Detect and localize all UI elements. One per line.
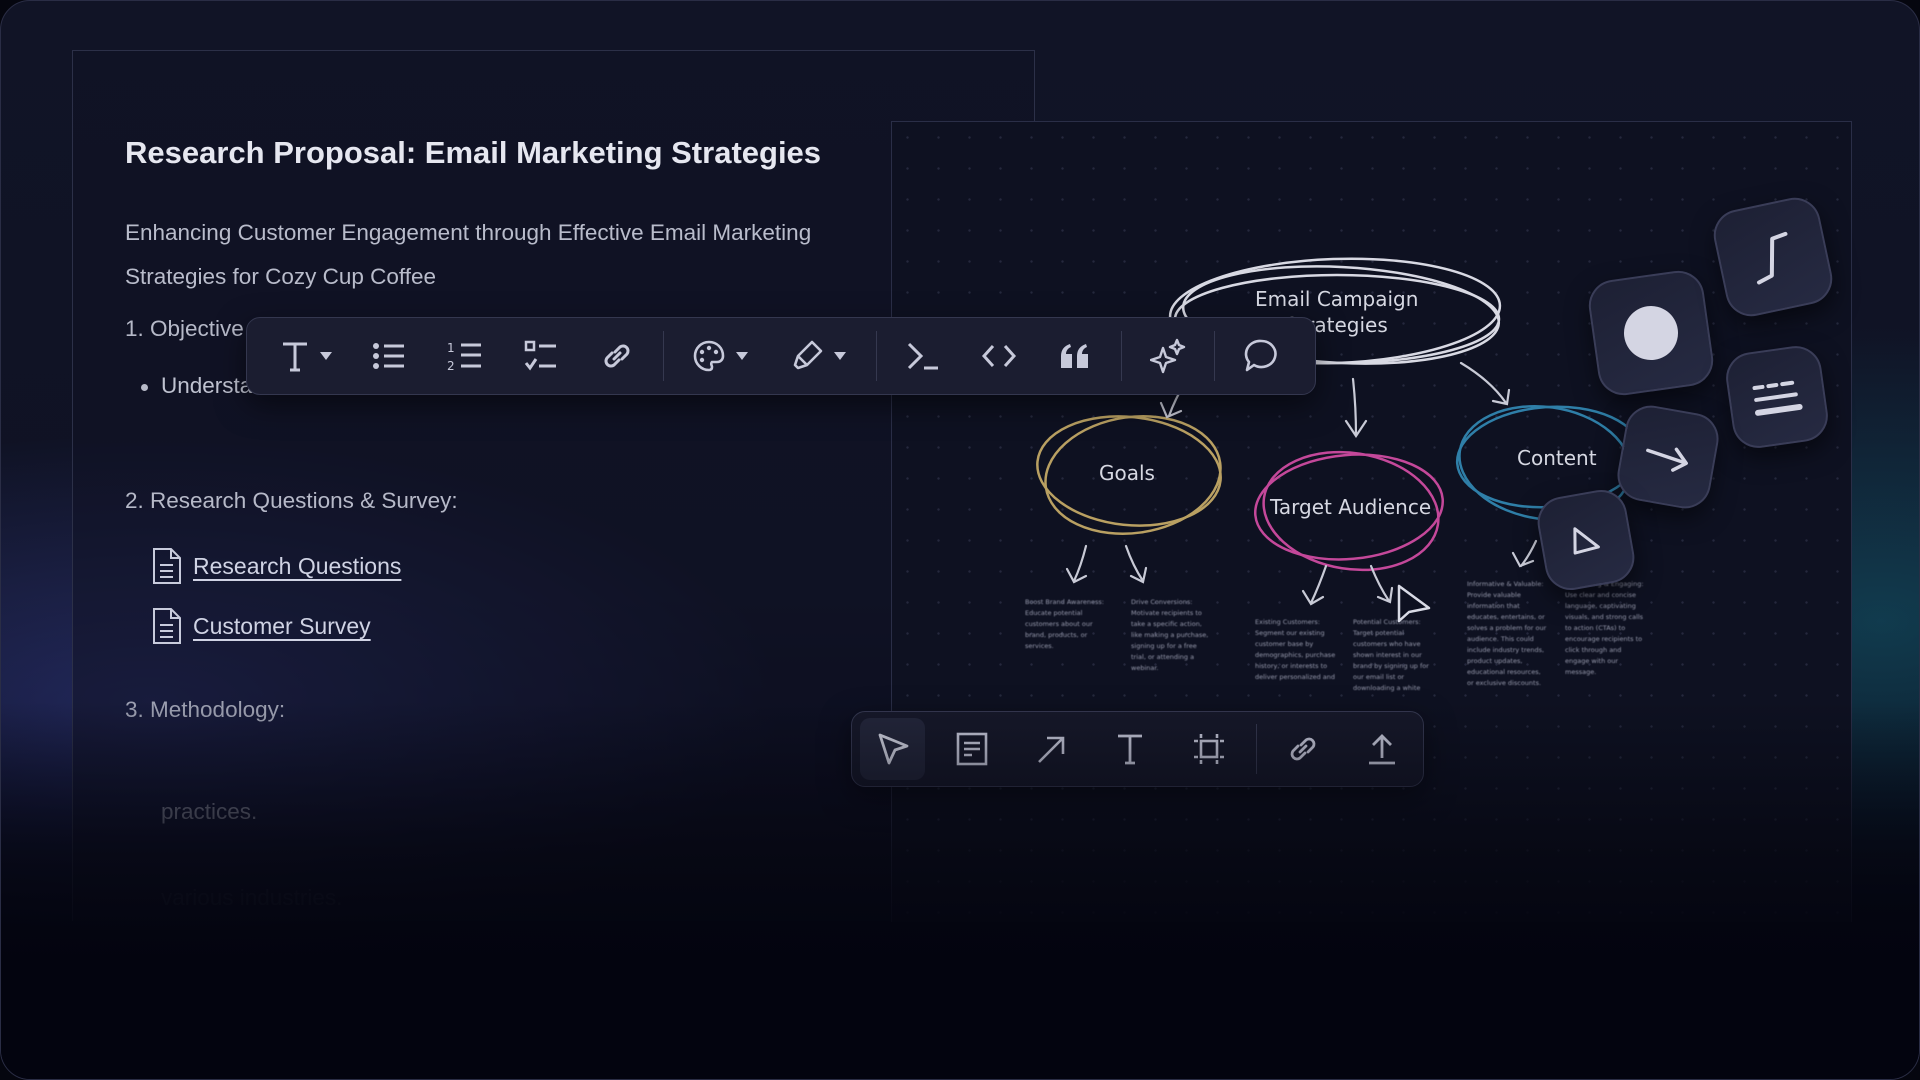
text-icon <box>1117 734 1142 765</box>
svg-text:2: 2 <box>447 359 455 372</box>
link-icon <box>604 344 630 368</box>
mouse-pointer-icon <box>1397 584 1431 623</box>
elbow-connector-icon <box>1756 231 1788 285</box>
toolbar-divider <box>1255 724 1257 774</box>
checklist-icon <box>524 340 556 371</box>
frame-icon <box>1194 734 1225 764</box>
node-label-goals[interactable]: Goals <box>1099 461 1155 485</box>
code-icon <box>981 344 1017 368</box>
palette-icon <box>693 340 725 372</box>
text-tool-button[interactable] <box>1097 718 1162 780</box>
link-button[interactable] <box>579 328 655 384</box>
quote-button[interactable] <box>1037 328 1113 384</box>
text-icon <box>283 342 307 372</box>
bulleted-list-icon <box>373 343 404 369</box>
tool-circle[interactable] <box>1585 267 1717 399</box>
highlight-button[interactable] <box>768 328 868 384</box>
toolbar-divider <box>876 331 877 381</box>
terminal-icon <box>907 342 938 370</box>
mind-map <box>1036 257 1643 606</box>
ai-assist-button[interactable] <box>1130 328 1206 384</box>
line-style-icon <box>1752 380 1803 416</box>
app-frame: Research Proposal: Email Marketing Strat… <box>0 0 1920 1080</box>
chevron-down-icon <box>736 352 748 360</box>
triangle-icon <box>1573 527 1600 555</box>
code-button[interactable] <box>961 328 1037 384</box>
text-color-button[interactable] <box>672 328 768 384</box>
link-tool-button[interactable] <box>1271 718 1336 780</box>
formatting-toolbar: 12 <box>246 317 1316 395</box>
text-style-button[interactable] <box>261 328 351 384</box>
toolbar-divider <box>1214 331 1215 381</box>
sparkle-icon <box>1150 338 1186 374</box>
pointer-icon <box>878 733 908 765</box>
link-icon <box>1290 737 1316 761</box>
math-button[interactable] <box>885 328 961 384</box>
checklist-button[interactable] <box>503 328 579 384</box>
tool-triangle[interactable] <box>1533 485 1639 595</box>
sticky-note[interactable]: Drive Conversions: Motivate recipients t… <box>1131 597 1213 674</box>
chevron-down-icon <box>320 352 332 360</box>
toolbar-divider <box>663 331 664 381</box>
node-label-content[interactable]: Content <box>1517 446 1597 470</box>
whiteboard-toolbar <box>851 711 1424 787</box>
sticky-note[interactable]: Informative & Valuable: Provide valuable… <box>1467 579 1549 689</box>
note-icon <box>956 732 988 766</box>
comment-button[interactable] <box>1223 328 1299 384</box>
select-tool-button[interactable] <box>860 718 926 780</box>
bulleted-list-button[interactable] <box>351 328 427 384</box>
svg-text:1: 1 <box>447 341 455 355</box>
comment-icon <box>1244 339 1277 372</box>
upload-icon <box>1369 734 1396 765</box>
numbered-list-button[interactable]: 12 <box>427 328 503 384</box>
numbered-list-icon: 12 <box>447 341 481 372</box>
tool-elbow-connector[interactable] <box>1708 192 1838 322</box>
sticky-note[interactable]: Compelling & Engaging: Use clear and con… <box>1565 579 1647 678</box>
arrow-right-icon <box>1646 447 1688 472</box>
chevron-down-icon <box>834 352 846 360</box>
circle-icon <box>1624 305 1678 360</box>
note-tool-button[interactable] <box>939 718 1004 780</box>
upload-tool-button[interactable] <box>1350 718 1415 780</box>
sticky-note[interactable]: Existing Customers: Segment our existing… <box>1255 617 1337 683</box>
tool-line-styles[interactable] <box>1722 342 1832 452</box>
sticky-note[interactable]: Boost Brand Awareness: Educate potential… <box>1025 597 1107 652</box>
toolbar-divider <box>1121 331 1122 381</box>
frame-tool-button[interactable] <box>1177 718 1242 780</box>
connector-tool-button[interactable] <box>1018 718 1083 780</box>
tool-arrow-connector[interactable] <box>1613 401 1723 513</box>
node-label-target-audience[interactable]: Target Audience <box>1270 495 1431 519</box>
highlighter-icon <box>793 340 823 370</box>
quote-icon <box>1061 344 1088 368</box>
arrow-icon <box>1037 736 1065 763</box>
